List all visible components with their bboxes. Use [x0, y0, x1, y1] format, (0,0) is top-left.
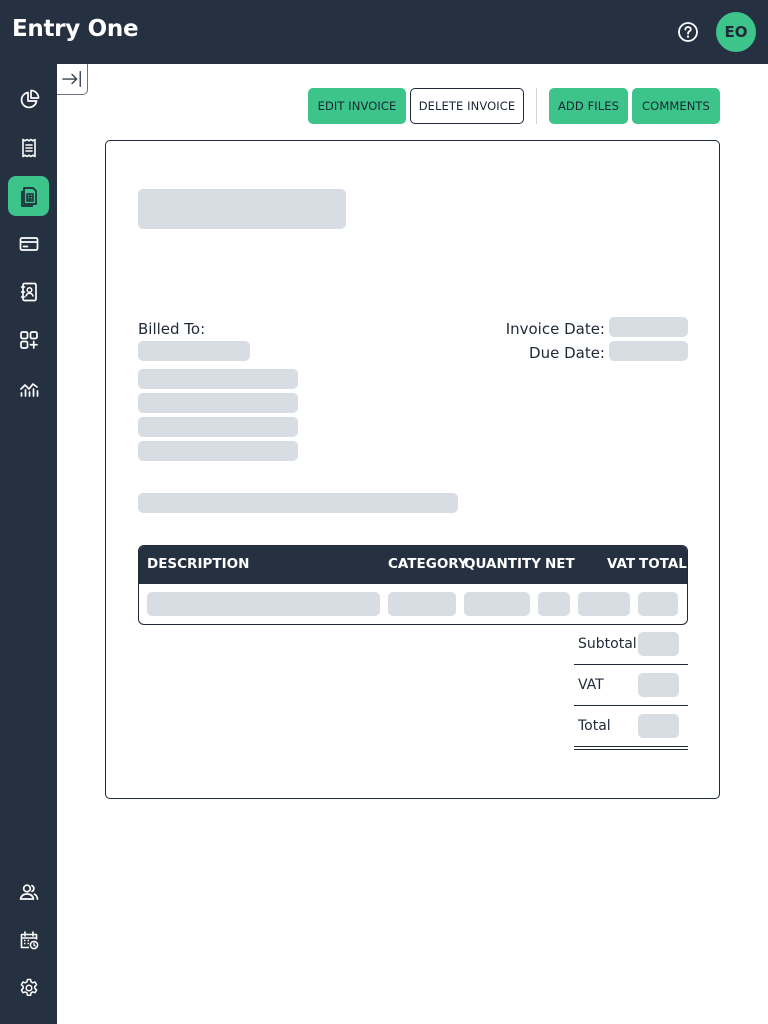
invoice-document: Billed To: Invoice Date: Due Date: DESCR… — [105, 140, 720, 799]
line-items-table: DESCRIPTION CATEGORY QUANTITY NET VAT TO… — [138, 545, 688, 625]
subtotal-value-placeholder — [638, 632, 679, 656]
double-underline — [574, 746, 688, 747]
line-chart-icon[interactable] — [8, 368, 49, 408]
vat-value-placeholder — [638, 673, 679, 697]
toolbar-divider — [536, 88, 537, 124]
credit-card-icon[interactable] — [8, 224, 49, 264]
user-avatar[interactable]: EO — [716, 12, 756, 52]
column-header-category: CATEGORY — [388, 556, 468, 572]
contact-book-icon[interactable] — [8, 272, 49, 312]
address-line-placeholder — [138, 441, 298, 461]
divider — [574, 664, 688, 665]
invoice-icon[interactable] — [8, 176, 49, 216]
arrow-right-to-line-icon — [62, 70, 81, 88]
sidebar — [0, 64, 57, 1024]
comments-button[interactable]: COMMENTS — [632, 88, 720, 124]
app-title: Entry One — [12, 16, 139, 42]
vat-cell-placeholder — [578, 592, 630, 616]
table-header: DESCRIPTION CATEGORY QUANTITY NET VAT TO… — [139, 546, 687, 584]
column-header-vat: VAT — [607, 556, 636, 572]
description-cell-placeholder — [147, 592, 380, 616]
company-logo-placeholder — [138, 189, 346, 229]
due-date-placeholder — [609, 341, 688, 361]
total-label: Total — [578, 718, 611, 734]
vat-total-label: VAT — [578, 677, 604, 693]
double-underline — [574, 749, 688, 750]
divider — [574, 705, 688, 706]
column-header-description: DESCRIPTION — [147, 556, 250, 572]
users-icon[interactable] — [8, 872, 49, 912]
invoice-date-label: Invoice Date: — [505, 320, 605, 338]
notes-placeholder — [138, 493, 458, 513]
edit-invoice-button[interactable]: EDIT INVOICE — [308, 88, 406, 124]
expand-sidebar-button[interactable] — [57, 64, 88, 95]
client-name-placeholder — [138, 341, 250, 361]
calendar-clock-icon[interactable] — [8, 920, 49, 960]
net-cell-placeholder — [538, 592, 570, 616]
add-files-button[interactable]: ADD FILES — [549, 88, 628, 124]
total-value-placeholder — [638, 714, 679, 738]
column-header-net: NET — [545, 556, 575, 572]
settings-gear-icon[interactable] — [8, 968, 49, 1008]
column-header-quantity: QUANTITY — [464, 556, 541, 572]
total-cell-placeholder — [638, 592, 678, 616]
subtotal-label: Subtotal — [578, 636, 637, 652]
top-bar: Entry One EO — [0, 0, 768, 64]
help-icon[interactable] — [677, 21, 699, 43]
column-header-total: TOTAL — [639, 556, 687, 572]
category-cell-placeholder — [388, 592, 456, 616]
invoice-date-placeholder — [609, 317, 688, 337]
billed-to-label: Billed To: — [138, 320, 206, 338]
receipt-icon[interactable] — [8, 128, 49, 168]
pie-chart-icon[interactable] — [8, 80, 49, 120]
quantity-cell-placeholder — [464, 592, 530, 616]
due-date-label: Due Date: — [529, 344, 605, 362]
address-line-placeholder — [138, 417, 298, 437]
delete-invoice-button[interactable]: DELETE INVOICE — [410, 88, 524, 124]
address-line-placeholder — [138, 369, 298, 389]
address-line-placeholder — [138, 393, 298, 413]
apps-add-icon[interactable] — [8, 320, 49, 360]
